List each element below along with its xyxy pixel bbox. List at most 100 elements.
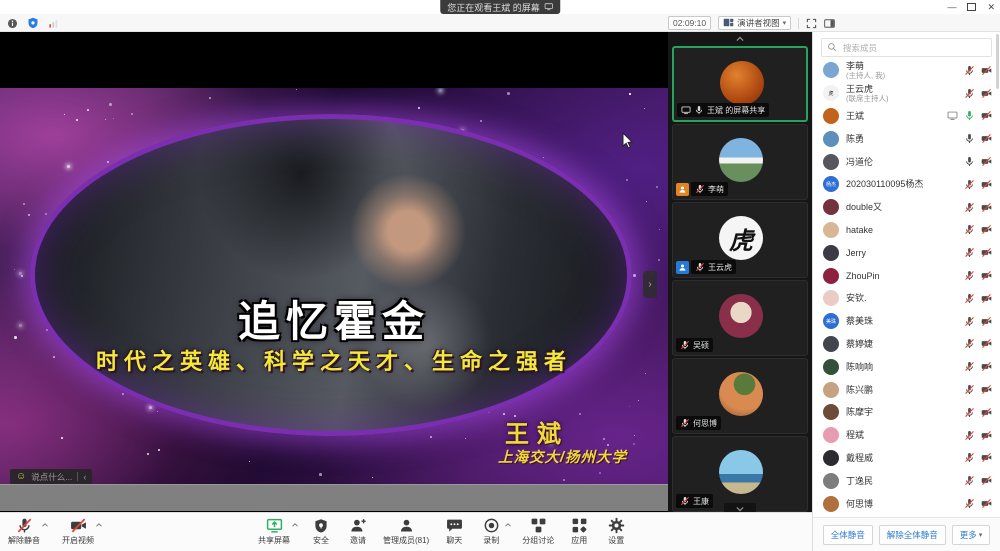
member-row[interactable]: 陈兴鹏 — [813, 378, 1000, 401]
search-input[interactable] — [841, 42, 986, 54]
apps-button[interactable]: 应用 — [567, 517, 591, 546]
mic-slash-icon[interactable] — [964, 384, 975, 395]
mic-slash-icon[interactable] — [964, 407, 975, 418]
record-button[interactable]: 录制 — [479, 517, 503, 546]
video-tile[interactable]: 吴硕 — [672, 280, 808, 356]
mic-icon[interactable] — [964, 156, 975, 167]
cam-slash-icon[interactable] — [981, 498, 992, 509]
security-button[interactable]: 安全 — [309, 517, 333, 546]
mic-slash-icon[interactable] — [964, 270, 975, 281]
start-video-button[interactable]: 开启视频 — [62, 517, 94, 546]
member-row[interactable]: hatake — [813, 219, 1000, 242]
mic-slash-icon[interactable] — [964, 65, 975, 76]
cam-slash-icon[interactable] — [981, 224, 992, 235]
member-row[interactable]: 何思博 — [813, 492, 1000, 515]
video-tile[interactable]: 王斌 的屏幕共享 — [672, 46, 808, 122]
network-signal-icon[interactable] — [48, 18, 59, 29]
chevron-up-icon[interactable] — [41, 521, 49, 529]
mic-slash-icon[interactable] — [964, 498, 975, 509]
cam-slash-icon[interactable] — [981, 179, 992, 190]
fullscreen-button[interactable] — [806, 18, 817, 29]
cam-slash-icon[interactable] — [981, 361, 992, 372]
mic-slash-icon[interactable] — [964, 475, 975, 486]
cam-slash-icon[interactable] — [981, 247, 992, 258]
view-mode-button[interactable]: 演讲者视图 ▾ — [718, 16, 791, 30]
cam-slash-icon[interactable] — [981, 65, 992, 76]
member-row[interactable]: 程斌 — [813, 424, 1000, 447]
emoji-icon[interactable]: ☺ — [16, 472, 26, 482]
member-row[interactable]: 陈勇 — [813, 127, 1000, 150]
chevron-up-icon[interactable] — [504, 521, 512, 529]
cam-slash-icon[interactable] — [981, 156, 992, 167]
cam-slash-icon[interactable] — [981, 430, 992, 441]
cam-slash-icon[interactable] — [981, 293, 992, 304]
mic-slash-icon[interactable] — [964, 338, 975, 349]
cam-slash-icon[interactable] — [981, 88, 992, 99]
mute-all-button[interactable]: 全体静音 — [823, 525, 873, 545]
video-tile[interactable]: 李萌 — [672, 124, 808, 200]
mic-slash-icon[interactable] — [964, 452, 975, 463]
chat-input-placeholder[interactable]: 说点什么... — [31, 471, 72, 483]
settings-button[interactable]: 设置 — [604, 517, 628, 546]
video-tile[interactable]: 何思博 — [672, 358, 808, 434]
member-row[interactable]: 王斌 — [813, 105, 1000, 128]
member-row[interactable]: 李萌(主持人, 我) — [813, 59, 1000, 82]
screen-icon[interactable] — [947, 110, 958, 121]
member-row[interactable]: 陈响响 — [813, 355, 1000, 378]
member-row[interactable]: 杨杰202030110095杨杰 — [813, 173, 1000, 196]
mic-slash-icon[interactable] — [964, 88, 975, 99]
close-window-button[interactable]: ✕ — [987, 0, 995, 14]
chat-button[interactable]: 聊天 — [442, 517, 466, 546]
member-row[interactable]: Jerry — [813, 241, 1000, 264]
member-row[interactable]: 戴程威 — [813, 447, 1000, 470]
breakout-rooms-button[interactable]: 分组讨论 — [522, 517, 554, 546]
more-button[interactable]: 更多▾ — [952, 525, 991, 545]
cam-slash-icon[interactable] — [981, 452, 992, 463]
scroll-up-button[interactable] — [668, 34, 812, 44]
video-tile[interactable]: 王康 — [672, 436, 808, 512]
info-icon[interactable] — [7, 18, 18, 29]
cam-slash-icon[interactable] — [981, 384, 992, 395]
scroll-down-button[interactable] — [724, 503, 756, 512]
mic-slash-icon[interactable] — [964, 293, 975, 304]
mic-slash-icon[interactable] — [964, 224, 975, 235]
cam-slash-icon[interactable] — [981, 407, 992, 418]
video-tile[interactable]: 虎王云虎 — [672, 202, 808, 278]
maximize-button[interactable] — [967, 3, 976, 11]
mic-slash-icon[interactable] — [964, 179, 975, 190]
cam-slash-icon[interactable] — [981, 316, 992, 327]
member-row[interactable]: 虎王云虎(联席主持人) — [813, 82, 1000, 105]
member-row[interactable]: 丁逸民 — [813, 469, 1000, 492]
cam-slash-icon[interactable] — [981, 338, 992, 349]
thumbnails-collapse-handle[interactable]: › — [643, 271, 657, 298]
cam-slash-icon[interactable] — [981, 202, 992, 213]
chevron-up-icon[interactable] — [95, 521, 103, 529]
panel-scrollbar[interactable] — [996, 34, 999, 89]
member-row[interactable]: double又 — [813, 196, 1000, 219]
chat-quick-bar[interactable]: ☺ 说点什么... ‹ — [10, 469, 92, 484]
chevron-up-icon[interactable] — [291, 521, 299, 529]
manage-members-button[interactable]: 管理成员(81) — [383, 517, 429, 546]
member-row[interactable]: 安钦. — [813, 287, 1000, 310]
mic-slash-icon[interactable] — [964, 316, 975, 327]
member-row[interactable]: ZhouPin — [813, 264, 1000, 287]
cam-slash-icon[interactable] — [981, 110, 992, 121]
member-row[interactable]: 美珠蔡美珠 — [813, 310, 1000, 333]
mic-slash-icon[interactable] — [964, 430, 975, 441]
cam-slash-icon[interactable] — [981, 133, 992, 144]
mic-slash-icon[interactable] — [964, 361, 975, 372]
invite-button[interactable]: 邀请 — [346, 517, 370, 546]
chat-collapse-button[interactable]: ‹ — [83, 472, 86, 482]
mic-green-icon[interactable] — [964, 110, 975, 121]
member-row[interactable]: 冯道伦 — [813, 150, 1000, 173]
mic-slash-icon[interactable] — [964, 202, 975, 213]
member-row[interactable]: 陈摩宇 — [813, 401, 1000, 424]
side-panel-toggle-button[interactable] — [824, 18, 835, 29]
unmute-all-button[interactable]: 解除全体静音 — [879, 525, 946, 545]
unmute-button[interactable]: 解除静音 — [8, 517, 40, 546]
share-screen-button[interactable]: 共享屏幕 — [258, 517, 290, 546]
member-search-box[interactable] — [821, 38, 992, 57]
mic-icon[interactable] — [964, 133, 975, 144]
member-row[interactable]: 蔡婷婕 — [813, 333, 1000, 356]
cam-slash-icon[interactable] — [981, 270, 992, 281]
